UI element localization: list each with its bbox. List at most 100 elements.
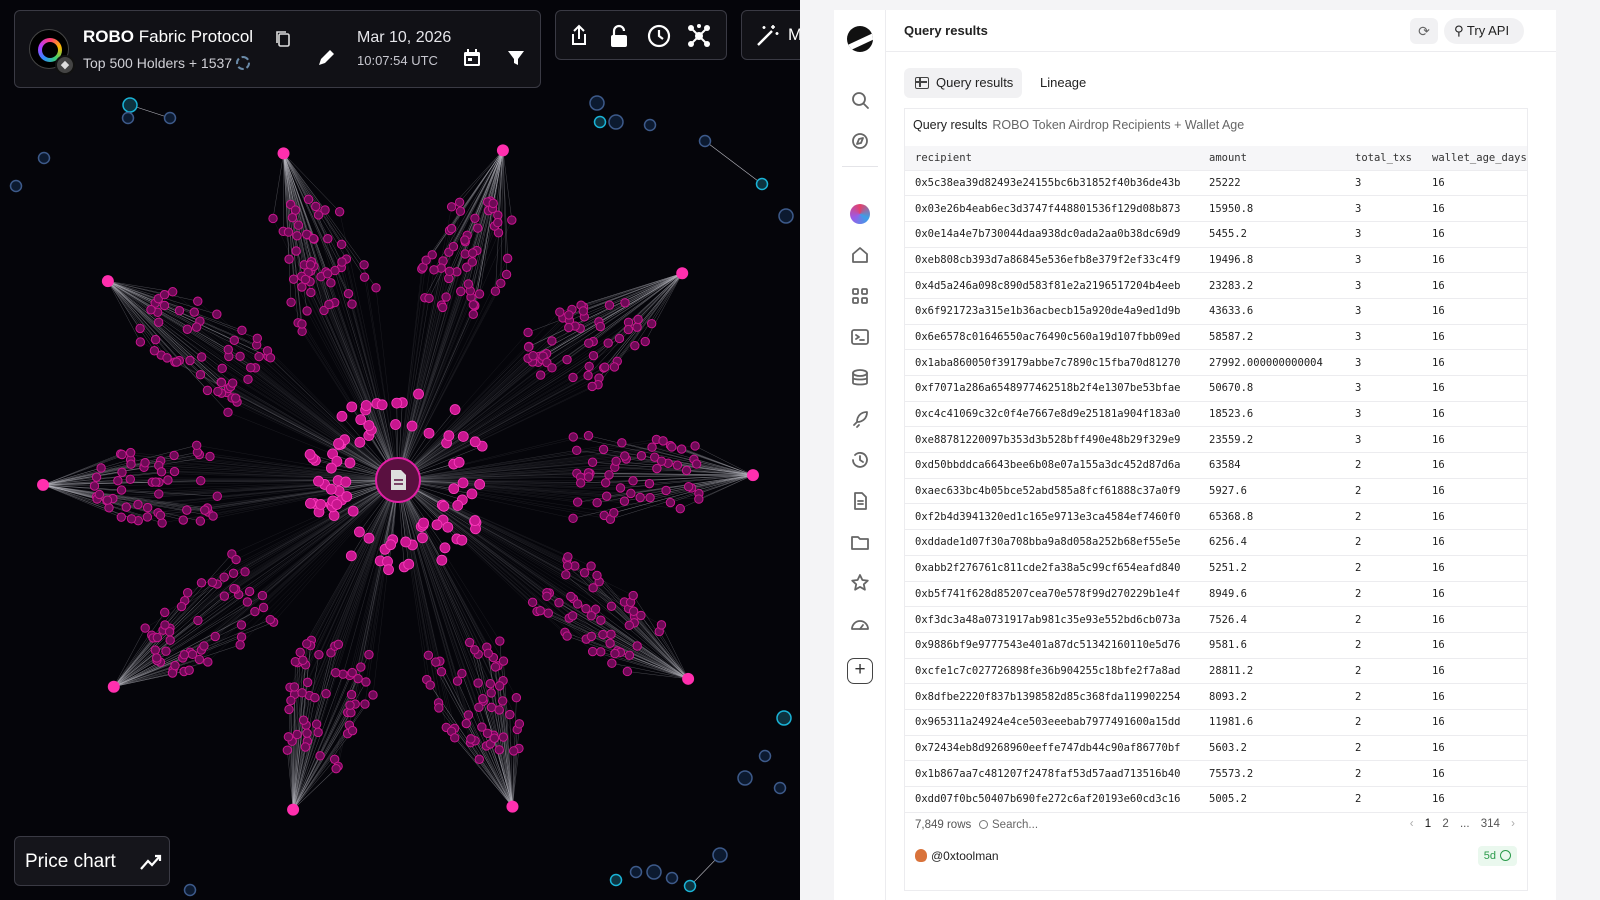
table-row[interactable]: 0xe88781220097b353d3b528bff490e48b29f329… (905, 426, 1527, 454)
tab-lineage[interactable]: Lineage (1030, 68, 1100, 98)
edit-icon[interactable] (315, 47, 337, 69)
document-icon[interactable] (849, 490, 871, 512)
filter-icon[interactable] (505, 47, 527, 69)
table-row[interactable]: 0x6e6578c01646550ac76490c560a19d107fbb09… (905, 324, 1527, 351)
graph-node (244, 586, 255, 597)
add-icon[interactable]: + (847, 658, 873, 684)
table-row[interactable]: 0xf3dc3a48a0731917ab981c35e93e552bd6cb07… (905, 606, 1527, 633)
graph-node (347, 505, 359, 517)
table-row[interactable]: 0x0e14a4e7b730044daa938dc0ada2aa0b38dc69… (905, 221, 1527, 248)
table-footer: 7,849 rows Search... ‹ 1 2 ... 314 › (905, 809, 1527, 841)
table-row[interactable]: 0x9886bf9e9777543e401a87dc51342160110e5d… (905, 632, 1527, 659)
clock-icon[interactable] (646, 23, 672, 49)
table-row[interactable]: 0xd50bbddca6643bee6b08e07a155a3dc452d87d… (905, 452, 1527, 479)
graph-node (587, 457, 598, 467)
author-name[interactable]: @0xtoolman (931, 849, 999, 863)
table-row[interactable]: 0xeb808cb393d7a86845e536efb8e379f2ef33c4… (905, 247, 1527, 274)
logo-icon[interactable] (847, 26, 873, 52)
magic-tool-card[interactable]: M (741, 10, 800, 60)
table-row[interactable]: 0x72434eb8d9268960eeffe747db44c90af86770… (905, 735, 1527, 762)
graph-node (308, 233, 319, 244)
column-header-amount[interactable]: amount (1199, 146, 1345, 171)
home-icon[interactable] (849, 244, 871, 266)
graph-node (242, 597, 253, 607)
graph-edge (292, 730, 353, 810)
table-row[interactable]: 0x5c38ea39d82493e24155bc6b31852f40b36de4… (905, 170, 1527, 197)
graph-node (493, 217, 503, 228)
table-row[interactable]: 0x965311a24924e4ce503eeebab7977491600a15… (905, 709, 1527, 736)
table-row[interactable]: 0x4d5a246a098c890d583f81e2a2196517204b4e… (905, 272, 1527, 299)
graph-edge (397, 338, 620, 481)
refresh-button[interactable]: ⟳ (1410, 18, 1438, 44)
page-2-button[interactable]: 2 (1442, 818, 1448, 830)
magic-wand-icon[interactable] (754, 23, 780, 49)
graph-node (174, 305, 185, 316)
column-header-wallet-age[interactable]: wallet_age_days (1422, 146, 1527, 171)
cell-wallet-age: 16 (1422, 478, 1527, 505)
avatar[interactable] (850, 204, 870, 224)
network-graph[interactable] (0, 0, 800, 900)
search-icon[interactable] (849, 89, 871, 111)
share-icon[interactable] (566, 23, 592, 49)
table-row[interactable]: 0x1b867aa7c481207f2478faf53d57aad713516b… (905, 760, 1527, 787)
column-header-recipient[interactable]: recipient (905, 146, 1199, 171)
compass-icon[interactable] (849, 130, 871, 152)
network-icon[interactable] (686, 23, 712, 49)
graph-node (254, 351, 264, 362)
graph-node (624, 620, 635, 631)
next-page-button[interactable]: › (1511, 818, 1515, 830)
table-row[interactable]: 0xaec633bc4b05bce52abd585a8fcf61888c37a0… (905, 478, 1527, 505)
page-last-button[interactable]: 314 (1481, 818, 1500, 830)
graph-outer-node (589, 95, 605, 111)
try-api-button[interactable]: ⚲ Try API (1444, 18, 1524, 44)
rocket-icon[interactable] (849, 408, 871, 430)
graph-node (640, 336, 650, 347)
dashboard-icon[interactable] (849, 613, 871, 635)
graph-canvas[interactable]: ◆ ROBO Fabric Protocol Top 500 Holders +… (0, 0, 800, 900)
table-row[interactable]: 0xabb2f276761c811cde2fa38a5c99cf654eafd8… (905, 555, 1527, 582)
table-row[interactable]: 0xb5f741f628d85207cea70e578f99d270229b1e… (905, 581, 1527, 608)
table-row[interactable]: 0xc4c41069c32c0f4e7667e8d9e25181a904f183… (905, 401, 1527, 428)
graph-outer-node (121, 111, 135, 125)
page-1-button[interactable]: 1 (1425, 818, 1431, 830)
graph-node (603, 338, 613, 348)
terminal-icon[interactable] (849, 326, 871, 348)
star-icon[interactable] (849, 572, 871, 594)
graph-edge (502, 150, 512, 221)
lock-icon[interactable] (606, 23, 632, 49)
folder-icon[interactable] (849, 531, 871, 553)
graph-node (347, 667, 357, 678)
calendar-icon[interactable] (461, 47, 483, 69)
cell-total-txs: 2 (1345, 658, 1422, 685)
table-row[interactable]: 0x03e26b4eab6ec3d3747f448801536f129d08b8… (905, 195, 1527, 222)
history-icon[interactable] (849, 449, 871, 471)
table-row[interactable]: 0xf7071a286a6548977462518b2f4e1307be53bf… (905, 375, 1527, 402)
graph-node (501, 269, 512, 280)
graph-node (328, 510, 340, 521)
graph-node (494, 745, 504, 755)
column-header-total-txs[interactable]: total_txs (1345, 146, 1422, 171)
center-node[interactable] (375, 457, 421, 503)
cell-wallet-age: 16 (1422, 221, 1527, 248)
price-chart-button[interactable]: Price chart (14, 836, 170, 886)
apps-icon[interactable] (849, 285, 871, 307)
table-row[interactable]: 0xcfe1c7c027726898fe36b904255c18bfe2f7a8… (905, 658, 1527, 685)
graph-node (622, 666, 633, 677)
page-ellipsis: ... (1459, 818, 1470, 830)
copy-icon[interactable] (273, 29, 293, 49)
prev-page-button[interactable]: ‹ (1410, 818, 1414, 830)
table-row[interactable]: 0xf2b4d3941320ed1c165e9713e3ca4584ef7460… (905, 503, 1527, 531)
rail-divider (842, 166, 878, 167)
cell-total-txs: 3 (1345, 324, 1422, 351)
table-row[interactable]: 0x8dfbe2220f837b1398582d85c368fda1199022… (905, 683, 1527, 710)
tab-query-results[interactable]: Query results (904, 68, 1022, 98)
graph-node (562, 560, 573, 571)
table-row[interactable]: 0x1aba860050f39179abbe7c7890c15fba70d812… (905, 349, 1527, 376)
graph-node (227, 378, 238, 388)
table-row[interactable]: 0x6f921723a315e1b36acbecb15a920de4a9ed1d… (905, 298, 1527, 325)
table-search[interactable]: Search... (979, 815, 1089, 835)
graph-node (150, 645, 160, 655)
graph-node (205, 451, 215, 462)
table-row[interactable]: 0xddade1d07f30a708bba9a8d058a252b68ef55e… (905, 529, 1527, 556)
database-icon[interactable] (849, 367, 871, 389)
